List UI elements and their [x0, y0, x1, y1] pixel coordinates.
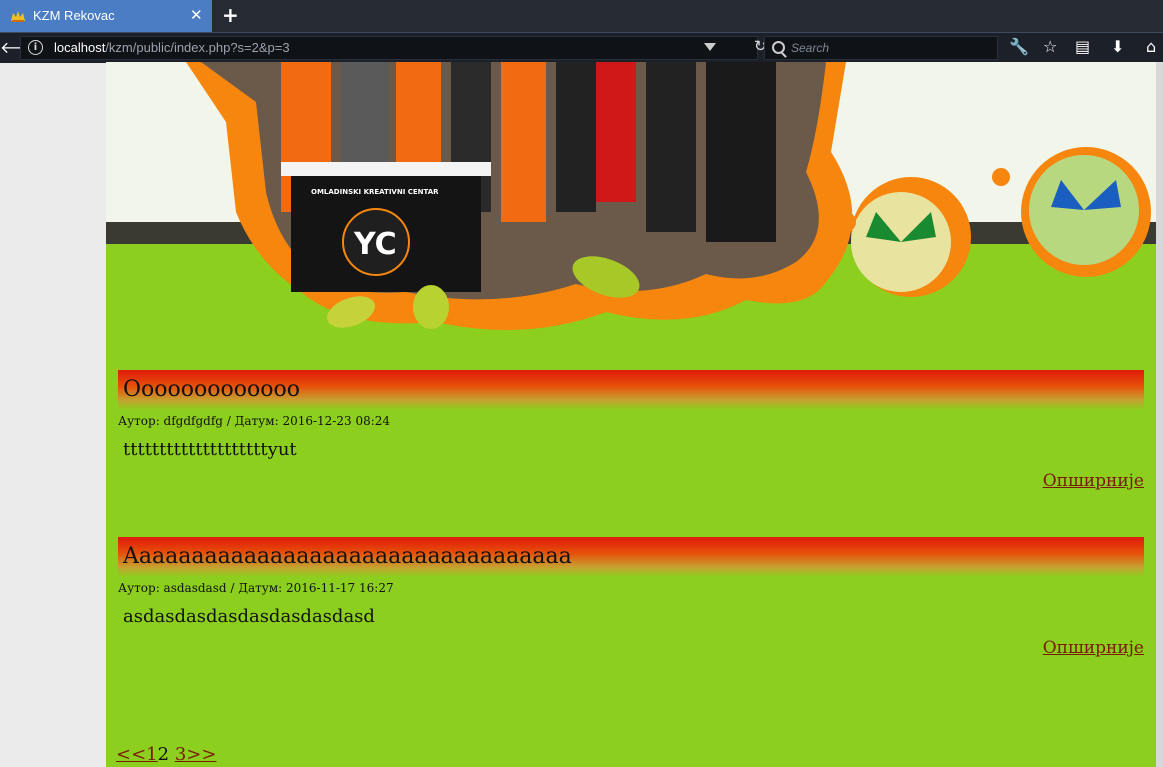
search-placeholder: Search: [791, 41, 830, 55]
stand-text: OMLADINSKI KREATIVNI CENTAR: [311, 188, 439, 196]
tab-active[interactable]: KZM Rekovac ✕: [0, 0, 212, 32]
new-tab-icon[interactable]: +: [222, 3, 239, 27]
read-more-link[interactable]: Опширније: [1043, 638, 1144, 658]
post-meta: Аутор: asdasdasd / Датум: 2016-11-17 16:…: [118, 581, 394, 595]
post-2: Aaaaaaaaaaaaaaaaaaaaaaaaaaaaaaaaaa Аутор…: [118, 537, 1144, 658]
download-icon[interactable]: ⬇: [1111, 37, 1124, 56]
yc-logo-text: YC: [353, 227, 397, 262]
home-icon[interactable]: ⌂: [1146, 37, 1156, 56]
post-excerpt: ttttttttttttttttttttyut: [123, 439, 297, 460]
close-tab-icon[interactable]: ✕: [190, 6, 203, 24]
site-favicon-icon: [11, 11, 25, 22]
pagination-next-link[interactable]: 3>>: [175, 744, 217, 765]
pagination-prev-link[interactable]: <<1: [116, 744, 158, 765]
search-icon: [772, 41, 785, 54]
tab-title: KZM Rekovac: [33, 8, 115, 23]
url-text[interactable]: localhost/kzm/public/index.php?s=2&p=3: [54, 40, 290, 55]
url-dropdown-icon[interactable]: [704, 43, 716, 51]
tab-bar: KZM Rekovac ✕ +: [0, 0, 1163, 32]
url-bar[interactable]: i localhost/kzm/public/index.php?s=2&p=3…: [20, 36, 767, 60]
page-content: OMLADINSKI KREATIVNI CENTAR YC Ooooooooo…: [106, 62, 1156, 767]
info-icon[interactable]: i: [28, 40, 43, 55]
nav-bar: 🡐 i localhost/kzm/public/index.php?s=2&p…: [0, 32, 1163, 63]
search-bar[interactable]: Search: [764, 36, 998, 60]
post-title: Ooooooooooooo: [123, 377, 300, 402]
post-title-bar: Aaaaaaaaaaaaaaaaaaaaaaaaaaaaaaaaaa: [118, 537, 1144, 577]
url-path: /kzm/public/index.php?s=2&p=3: [105, 40, 290, 55]
bookmark-star-icon[interactable]: ☆: [1043, 37, 1057, 56]
post-1: Ooooooooooooo Аутор: dfgdfgdfg / Датум: …: [118, 370, 1144, 491]
post-title-bar: Ooooooooooooo: [118, 370, 1144, 410]
reading-list-icon[interactable]: ▤: [1075, 37, 1090, 56]
url-host: localhost: [54, 40, 106, 55]
page-right-edge: [1156, 62, 1163, 767]
pagination: <<12 3>>: [116, 744, 216, 765]
pagination-current: 2: [157, 744, 170, 765]
read-more-link[interactable]: Опширније: [1043, 471, 1144, 491]
header-banner: OMLADINSKI KREATIVNI CENTAR YC: [106, 62, 1156, 330]
wrench-icon[interactable]: 🔧: [1009, 37, 1029, 56]
post-title: Aaaaaaaaaaaaaaaaaaaaaaaaaaaaaaaaaa: [123, 544, 572, 569]
post-meta: Аутор: dfgdfgdfg / Датум: 2016-12-23 08:…: [118, 414, 391, 428]
post-excerpt: asdasdasdasdasdasdasdasd: [123, 606, 375, 627]
